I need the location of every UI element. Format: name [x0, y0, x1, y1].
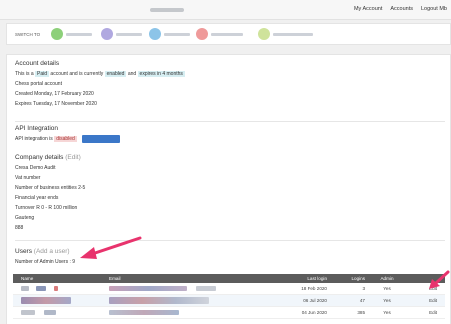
admin-flag: Yes — [383, 298, 391, 303]
expiry-date: Expires Tuesday, 17 November 2020 — [15, 101, 97, 107]
last-login: 06 Jul 2020 — [303, 298, 327, 303]
user-name-blurred — [13, 310, 103, 316]
annotation-arrow-users — [80, 236, 142, 259]
api-text: API integration is — [15, 136, 53, 142]
admin-count: Number of Admin Users : 9 — [15, 259, 76, 265]
enable-api-button[interactable] — [82, 134, 121, 143]
company-title-row: Company details (Edit) — [15, 154, 85, 161]
top-navigation-bar: My Account Accounts Logout Mb — [0, 0, 451, 20]
top-links: My Account Accounts Logout Mb — [354, 6, 447, 12]
summary-text: account and is currently — [50, 71, 104, 77]
last-login: 18 Feb 2020 — [301, 286, 327, 291]
switch-audits[interactable] — [149, 28, 190, 40]
user-email-blurred — [103, 286, 257, 292]
edit-user-link[interactable]: Edit — [409, 298, 445, 303]
switch-text-blur — [66, 32, 92, 36]
col-last-login[interactable]: Last login — [257, 276, 327, 281]
login-count: 3 — [362, 286, 365, 291]
account-details-section: Account details This is a Paid account a… — [15, 60, 185, 109]
table-row: 04 Jun 2020 385 Yes Edit — [13, 307, 445, 319]
summary-text: This is a — [15, 71, 34, 77]
region: Gauteng — [15, 215, 35, 221]
annotation-arrow-edit — [429, 270, 450, 289]
login-count: 47 — [359, 298, 365, 303]
api-section: API Integration API integration is disab… — [15, 125, 121, 144]
plan-icon — [258, 28, 270, 40]
users-table: Name Email Last login Logins Admin 18 Fe… — [13, 274, 445, 319]
financial-year: Financial year ends — [15, 195, 59, 201]
admin-flag: Yes — [383, 286, 391, 291]
summary-text: and — [127, 71, 137, 77]
switch-text-blur — [116, 32, 142, 36]
col-email[interactable]: Email — [103, 276, 257, 281]
api-state-badge: disabled — [54, 136, 77, 142]
table-row: 18 Feb 2020 3 Yes Edit — [13, 283, 445, 295]
add-user-link[interactable]: (Add a user) — [34, 248, 70, 255]
my-account-link[interactable]: My Account — [354, 6, 382, 12]
business-entities: Number of business entities 2-5 — [15, 185, 86, 191]
user-email-blurred — [103, 310, 257, 316]
admin-flag: Yes — [383, 310, 391, 315]
table-row: 06 Jul 2020 47 Yes Edit — [13, 295, 445, 307]
col-admin[interactable]: Admin — [365, 276, 409, 281]
dashboard-icon — [51, 28, 63, 40]
last-login: 04 Jun 2020 — [301, 310, 327, 315]
user-name-blurred — [13, 286, 103, 292]
table-header: Name Email Last login Logins Admin — [13, 274, 445, 283]
company-section: Company details (Edit) Cresa Demo Audit … — [15, 154, 85, 233]
suppliers-icon — [196, 28, 208, 40]
divider — [15, 121, 445, 122]
account-title: Account details — [15, 60, 60, 67]
logout-link[interactable]: Logout Mb — [421, 6, 447, 12]
switch-text-blur — [164, 32, 190, 36]
account-summary: This is a Paid account and is currently … — [15, 69, 185, 79]
login-count: 385 — [357, 310, 365, 315]
vat-number: Vat number — [15, 175, 41, 181]
plan-badge: Paid — [35, 71, 50, 77]
user-name-blurred — [13, 297, 103, 304]
switch-suppliers[interactable] — [196, 28, 243, 40]
col-name[interactable]: Name — [13, 276, 103, 281]
blurred-logo — [150, 8, 184, 12]
switch-text-blur — [211, 32, 243, 36]
switch-label: SWITCH TO — [15, 32, 41, 37]
users-section: Users (Add a user) Number of Admin Users… — [15, 248, 75, 267]
api-title: API Integration — [15, 125, 58, 132]
switch-text-blur — [273, 32, 313, 36]
switch-dashboard[interactable] — [51, 28, 92, 40]
col-logins[interactable]: Logins — [327, 276, 365, 281]
switch-bar: SWITCH TO — [6, 23, 451, 45]
turnover: Turnover R 0 - R 100 million — [15, 205, 78, 211]
switch-plan[interactable] — [258, 28, 313, 40]
main-panel: Account details This is a Paid account a… — [6, 54, 451, 324]
expiry-badge: expires in 4 months — [137, 71, 185, 77]
users-title-row: Users (Add a user) — [15, 248, 75, 255]
edit-company-link[interactable]: (Edit) — [65, 154, 81, 161]
switch-users[interactable] — [101, 28, 142, 40]
company-title: Company details — [15, 154, 64, 161]
users-icon — [101, 28, 113, 40]
edit-user-link[interactable]: Edit — [409, 310, 445, 315]
accounts-link[interactable]: Accounts — [390, 6, 413, 12]
phone: 888 — [15, 225, 24, 231]
status-badge: enabled — [104, 71, 127, 77]
created-date: Created Monday, 17 February 2020 — [15, 91, 94, 97]
audits-icon — [149, 28, 161, 40]
user-email-blurred — [103, 297, 257, 304]
portal-text: Chess portal account — [15, 81, 62, 87]
api-status-line: API integration is disabled — [15, 134, 121, 144]
company-name: Cresa Demo Audit — [15, 165, 56, 171]
users-title: Users — [15, 248, 32, 255]
